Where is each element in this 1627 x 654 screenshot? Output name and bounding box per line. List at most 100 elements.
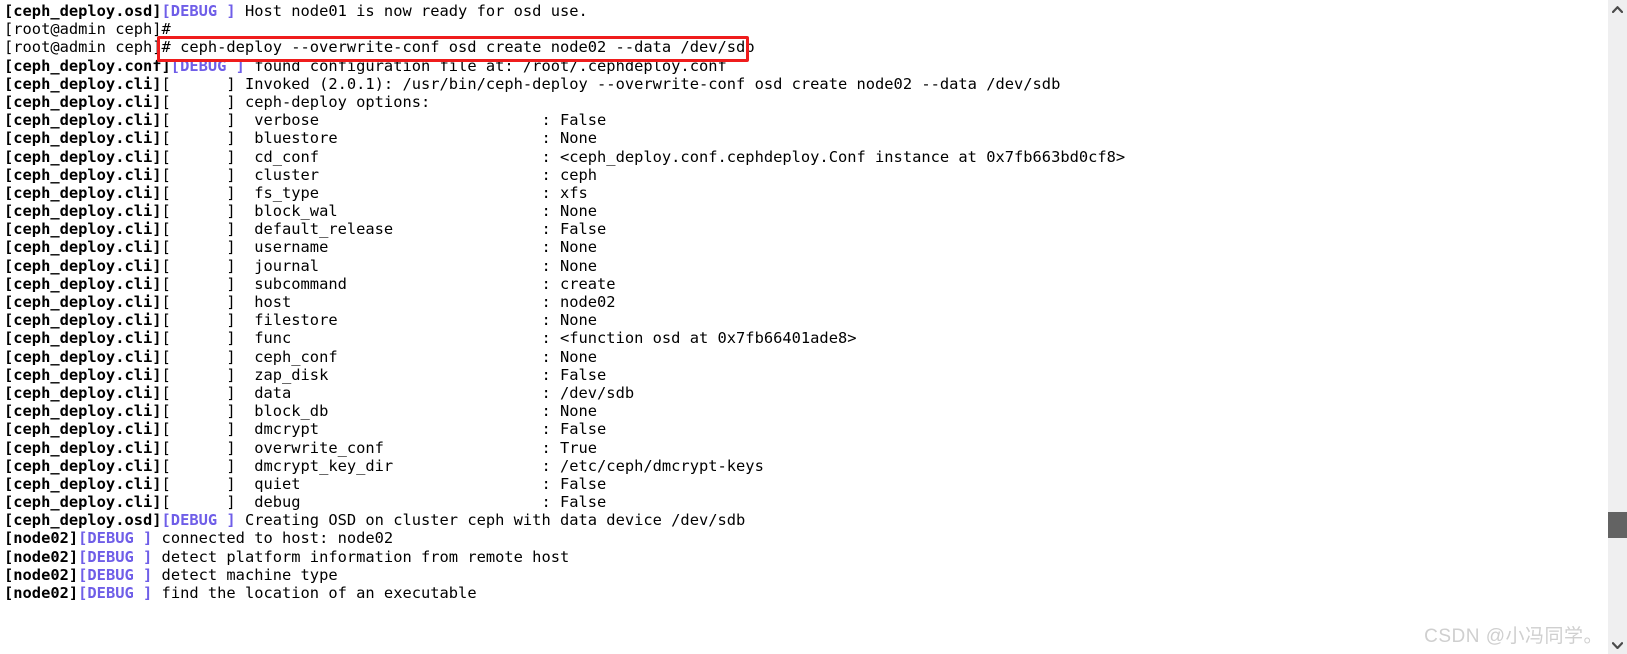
log-message: Host node01 is now ready for osd use.: [235, 2, 588, 20]
terminal-line: [ceph_deploy.cli][ ] block_wal : None: [4, 202, 1608, 220]
log-source: [ceph_deploy.cli]: [4, 456, 162, 475]
terminal-line: [root@admin ceph]#: [4, 20, 1608, 38]
terminal-line: [node02][DEBUG ] detect platform informa…: [4, 548, 1608, 566]
log-message: detect platform information from remote …: [152, 547, 570, 566]
scrollbar-down-arrow[interactable]: [1608, 636, 1627, 654]
log-level-blank: [ ]: [161, 183, 236, 202]
log-option: host : node02: [235, 293, 616, 311]
log-option: verbose : False: [235, 111, 607, 130]
log-option: default_release : False: [235, 220, 607, 239]
log-level-debug: [DEBUG ]: [78, 584, 153, 602]
log-level-blank: [ ]: [161, 129, 236, 148]
log-source: [ceph_deploy.cli]: [4, 92, 162, 111]
scrollbar-thumb[interactable]: [1608, 512, 1627, 538]
log-level-blank: [ ]: [161, 274, 236, 293]
log-source: [ceph_deploy.cli]: [4, 183, 162, 202]
log-source: [ceph_deploy.cli]: [4, 347, 162, 366]
log-option: func : <function osd at 0x7fb66401ade8>: [235, 329, 857, 348]
log-option: quiet : False: [235, 474, 607, 493]
log-source: [ceph_deploy.cli]: [4, 293, 162, 311]
log-message: find the location of an executable: [152, 584, 477, 602]
terminal-line: [ceph_deploy.cli][ ] journal : None: [4, 257, 1608, 275]
vertical-scrollbar[interactable]: [1608, 0, 1627, 654]
terminal-line: [ceph_deploy.osd][DEBUG ] Host node01 is…: [4, 2, 1608, 20]
log-option: data : /dev/sdb: [235, 383, 635, 402]
terminal-line: [ceph_deploy.cli][ ] zap_disk : False: [4, 366, 1608, 384]
log-level-blank: [ ]: [161, 402, 236, 421]
log-level-blank: [ ]: [161, 92, 236, 111]
terminal-line: [ceph_deploy.cli][ ] verbose : False: [4, 111, 1608, 129]
log-option: dmcrypt : False: [235, 420, 607, 439]
log-message: connected to host: node02: [152, 529, 394, 548]
log-source: [ceph_deploy.osd]: [4, 2, 162, 20]
scrollbar-up-arrow[interactable]: [1608, 0, 1627, 18]
log-level-debug: [DEBUG ]: [161, 2, 236, 20]
log-source: [node02]: [4, 529, 79, 548]
terminal-line: [ceph_deploy.cli][ ] block_db : None: [4, 402, 1608, 420]
log-message: Creating OSD on cluster ceph with data d…: [235, 511, 746, 530]
log-level-debug: [DEBUG ]: [78, 529, 153, 548]
log-source: [ceph_deploy.cli]: [4, 238, 162, 257]
shell-command: ceph-deploy --overwrite-conf osd create …: [170, 38, 755, 57]
log-option: subcommand : create: [235, 274, 616, 293]
log-level-blank: [ ]: [161, 311, 236, 330]
terminal-window: [ceph_deploy.osd][DEBUG ] Host node01 is…: [0, 0, 1627, 654]
log-option: block_wal : None: [235, 202, 598, 221]
log-option: debug : False: [235, 493, 607, 512]
log-option: cd_conf : <ceph_deploy.conf.cephdeploy.C…: [235, 147, 1126, 166]
terminal-line: [ceph_deploy.cli][ ] dmcrypt : False: [4, 420, 1608, 438]
log-option: filestore : None: [235, 311, 598, 330]
log-option: dmcrypt_key_dir : /etc/ceph/dmcrypt-keys: [235, 456, 764, 475]
log-option: cluster : ceph: [235, 165, 598, 184]
terminal-line: [ceph_deploy.cli][ ] overwrite_conf : Tr…: [4, 439, 1608, 457]
log-source: [ceph_deploy.cli]: [4, 147, 162, 166]
log-message: detect machine type: [152, 565, 338, 584]
terminal-line: [ceph_deploy.cli][ ] func : <function os…: [4, 329, 1608, 347]
terminal-line: [ceph_deploy.cli][ ] cluster : ceph: [4, 166, 1608, 184]
log-level-blank: [ ]: [161, 365, 236, 384]
log-option: fs_type : xfs: [235, 183, 588, 202]
terminal-output[interactable]: [ceph_deploy.osd][DEBUG ] Host node01 is…: [0, 0, 1608, 654]
terminal-line: [ceph_deploy.conf][DEBUG ] found configu…: [4, 57, 1608, 75]
log-source: [ceph_deploy.cli]: [4, 274, 162, 293]
scrollbar-track[interactable]: [1608, 18, 1627, 636]
csdn-watermark: CSDN @小冯同学。: [1424, 626, 1603, 647]
log-source: [ceph_deploy.cli]: [4, 420, 162, 439]
terminal-line: [ceph_deploy.cli][ ] cd_conf : <ceph_dep…: [4, 148, 1608, 166]
log-level-blank: [ ]: [161, 420, 236, 439]
log-message: ceph-deploy options:: [235, 92, 431, 111]
terminal-line: [node02][DEBUG ] detect machine type: [4, 566, 1608, 584]
log-message: found configuration file at: /root/.ceph…: [244, 56, 727, 75]
log-level-blank: [ ]: [161, 165, 236, 184]
log-source: [ceph_deploy.cli]: [4, 311, 162, 330]
log-option: overwrite_conf : True: [235, 438, 598, 457]
terminal-line: [ceph_deploy.osd][DEBUG ] Creating OSD o…: [4, 511, 1608, 529]
terminal-line: [root@admin ceph]# ceph-deploy --overwri…: [4, 38, 1608, 56]
log-source: [ceph_deploy.cli]: [4, 493, 162, 512]
chevron-up-icon: [1612, 5, 1623, 13]
log-source: [ceph_deploy.conf]: [4, 56, 171, 75]
log-level-blank: [ ]: [161, 438, 236, 457]
chevron-down-icon: [1612, 641, 1623, 649]
shell-prompt: [root@admin ceph]#: [4, 20, 171, 39]
log-level-blank: [ ]: [161, 493, 236, 512]
log-level-blank: [ ]: [161, 474, 236, 493]
log-level-blank: [ ]: [161, 256, 236, 275]
log-source: [ceph_deploy.cli]: [4, 329, 162, 348]
log-level-blank: [ ]: [161, 238, 236, 257]
terminal-line: [ceph_deploy.cli][ ] subcommand : create: [4, 275, 1608, 293]
log-option: zap_disk : False: [235, 365, 607, 384]
log-level-blank: [ ]: [161, 456, 236, 475]
log-option: username : None: [235, 238, 598, 257]
log-source: [ceph_deploy.cli]: [4, 74, 162, 93]
terminal-line: [ceph_deploy.cli][ ] quiet : False: [4, 475, 1608, 493]
terminal-line: [node02][DEBUG ] connected to host: node…: [4, 529, 1608, 547]
log-source: [node02]: [4, 584, 79, 602]
terminal-line: [ceph_deploy.cli][ ] host : node02: [4, 293, 1608, 311]
log-level-blank: [ ]: [161, 347, 236, 366]
log-option: block_db : None: [235, 402, 598, 421]
terminal-line: [ceph_deploy.cli][ ] Invoked (2.0.1): /u…: [4, 75, 1608, 93]
log-message: Invoked (2.0.1): /usr/bin/ceph-deploy --…: [235, 74, 1061, 93]
log-level-blank: [ ]: [161, 383, 236, 402]
log-source: [ceph_deploy.cli]: [4, 220, 162, 239]
